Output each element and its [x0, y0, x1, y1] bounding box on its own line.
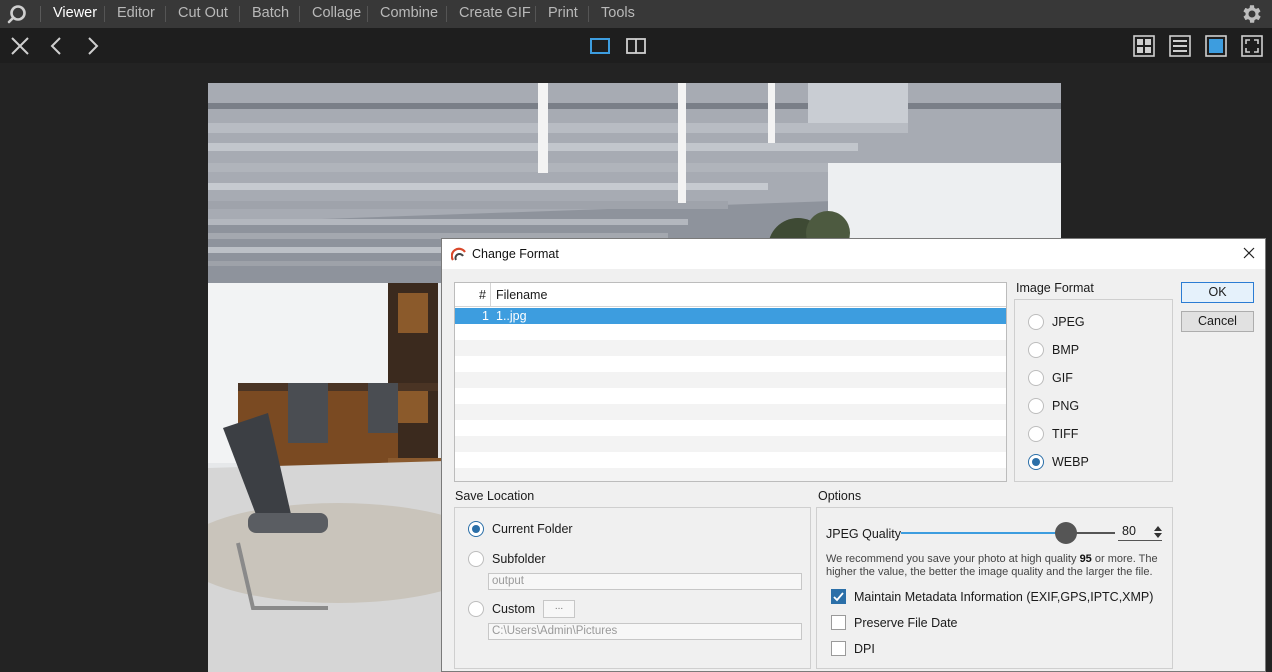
slider-track-filled — [901, 532, 1066, 534]
gear-icon[interactable] — [1240, 2, 1264, 26]
subfolder-input[interactable]: output — [488, 573, 802, 590]
menu-divider — [165, 6, 166, 22]
menu-cut-out[interactable]: Cut Out — [178, 0, 228, 28]
radio-current-folder[interactable] — [468, 521, 484, 537]
radio-png-label[interactable]: PNG — [1052, 399, 1079, 413]
radio-webp[interactable] — [1028, 454, 1044, 470]
radio-bmp-label[interactable]: BMP — [1052, 343, 1079, 357]
jpeg-quality-spinbox[interactable]: 80 — [1118, 523, 1162, 541]
preserve-date-checkbox[interactable] — [831, 615, 846, 630]
radio-gif-label[interactable]: GIF — [1052, 371, 1073, 385]
file-row-number: 1 — [482, 309, 489, 323]
menu-separator — [40, 6, 41, 22]
menu-create-gif[interactable]: Create GIF — [459, 0, 531, 28]
menu-bar: Viewer Editor Cut Out Batch Collage Comb… — [0, 0, 1272, 28]
image-format-group: JPEG BMP GIF PNG TIFF WEBP — [1014, 299, 1173, 482]
menu-print[interactable]: Print — [548, 0, 578, 28]
radio-tiff-label[interactable]: TIFF — [1052, 427, 1078, 441]
close-icon[interactable] — [8, 34, 32, 58]
radio-subfolder[interactable] — [468, 551, 484, 567]
note-bold-value: 95 — [1079, 553, 1092, 565]
dpi-label[interactable]: DPI — [854, 642, 875, 656]
maintain-metadata-checkbox[interactable] — [831, 589, 846, 604]
menu-divider — [588, 6, 589, 22]
single-page-view-icon[interactable] — [1204, 34, 1228, 58]
menu-divider — [299, 6, 300, 22]
jpeg-quality-label: JPEG Quality — [826, 527, 902, 541]
options-group: JPEG Quality 80 We recommend you save yo… — [816, 507, 1173, 669]
menu-divider — [104, 6, 105, 22]
ok-button[interactable]: OK — [1181, 282, 1254, 303]
menu-batch[interactable]: Batch — [252, 0, 289, 28]
single-view-icon[interactable] — [588, 34, 612, 58]
preserve-date-label[interactable]: Preserve File Date — [854, 616, 958, 630]
empty-row — [455, 340, 1006, 356]
checkmark-icon — [833, 592, 844, 602]
menu-divider — [446, 6, 447, 22]
custom-path-input[interactable]: C:\Users\Admin\Pictures — [488, 623, 802, 640]
menu-editor[interactable]: Editor — [117, 0, 155, 28]
menu-divider — [239, 6, 240, 22]
app-logo-icon[interactable] — [6, 3, 28, 25]
file-list-header: # Filename — [455, 283, 1006, 307]
cancel-button[interactable]: Cancel — [1181, 311, 1254, 332]
radio-bmp[interactable] — [1028, 342, 1044, 358]
empty-row — [455, 372, 1006, 388]
menu-combine[interactable]: Combine — [380, 0, 438, 28]
change-format-dialog: Change Format # Filename 1 1..jpg Image … — [441, 238, 1266, 672]
viewer-toolbar — [0, 28, 1272, 63]
compare-view-icon[interactable] — [624, 34, 648, 58]
app-logo-icon — [451, 247, 466, 261]
menu-divider — [367, 6, 368, 22]
quality-recommendation-note: We recommend you save your photo at high… — [826, 553, 1166, 579]
close-icon[interactable] — [1241, 245, 1257, 261]
menu-tools[interactable]: Tools — [601, 0, 635, 28]
fullscreen-icon[interactable] — [1240, 34, 1264, 58]
menu-divider — [535, 6, 536, 22]
radio-current-folder-label[interactable]: Current Folder — [492, 522, 573, 536]
jpeg-quality-value: 80 — [1122, 524, 1136, 538]
note-text-1: We recommend you save your photo at high… — [826, 553, 1077, 565]
radio-custom[interactable] — [468, 601, 484, 617]
dialog-titlebar[interactable]: Change Format — [442, 239, 1265, 269]
column-header-number[interactable]: # — [455, 283, 491, 307]
radio-webp-label[interactable]: WEBP — [1052, 455, 1089, 469]
radio-jpeg-label[interactable]: JPEG — [1052, 315, 1085, 329]
file-row[interactable]: 1 1..jpg — [455, 308, 1006, 324]
slider-thumb[interactable] — [1055, 522, 1077, 544]
image-format-label: Image Format — [1016, 281, 1094, 295]
empty-row — [455, 404, 1006, 420]
file-list[interactable]: # Filename 1 1..jpg — [454, 282, 1007, 482]
column-header-filename[interactable]: Filename — [496, 283, 547, 307]
radio-custom-label[interactable]: Custom — [492, 602, 535, 616]
empty-row — [455, 468, 1006, 481]
menu-collage[interactable]: Collage — [312, 0, 361, 28]
browse-button[interactable]: ... — [543, 600, 575, 618]
empty-row — [455, 436, 1006, 452]
arrow-right-icon[interactable] — [80, 34, 104, 58]
radio-subfolder-label[interactable]: Subfolder — [492, 552, 546, 566]
radio-gif[interactable] — [1028, 370, 1044, 386]
jpeg-quality-slider[interactable] — [901, 522, 1115, 544]
spin-arrows-icon[interactable] — [1154, 525, 1162, 539]
radio-jpeg[interactable] — [1028, 314, 1044, 330]
save-location-label: Save Location — [455, 489, 535, 503]
radio-tiff[interactable] — [1028, 426, 1044, 442]
file-row-name: 1..jpg — [496, 309, 527, 323]
list-view-icon[interactable] — [1168, 34, 1192, 58]
arrow-left-icon[interactable] — [45, 34, 69, 58]
menu-viewer[interactable]: Viewer — [53, 0, 97, 28]
dialog-title: Change Format — [472, 247, 559, 261]
radio-png[interactable] — [1028, 398, 1044, 414]
dpi-checkbox[interactable] — [831, 641, 846, 656]
options-label: Options — [818, 489, 862, 503]
grid-view-icon[interactable] — [1132, 34, 1156, 58]
maintain-metadata-label[interactable]: Maintain Metadata Information (EXIF,GPS,… — [854, 590, 1153, 604]
save-location-group: Current Folder Subfolder output Custom .… — [454, 507, 811, 669]
